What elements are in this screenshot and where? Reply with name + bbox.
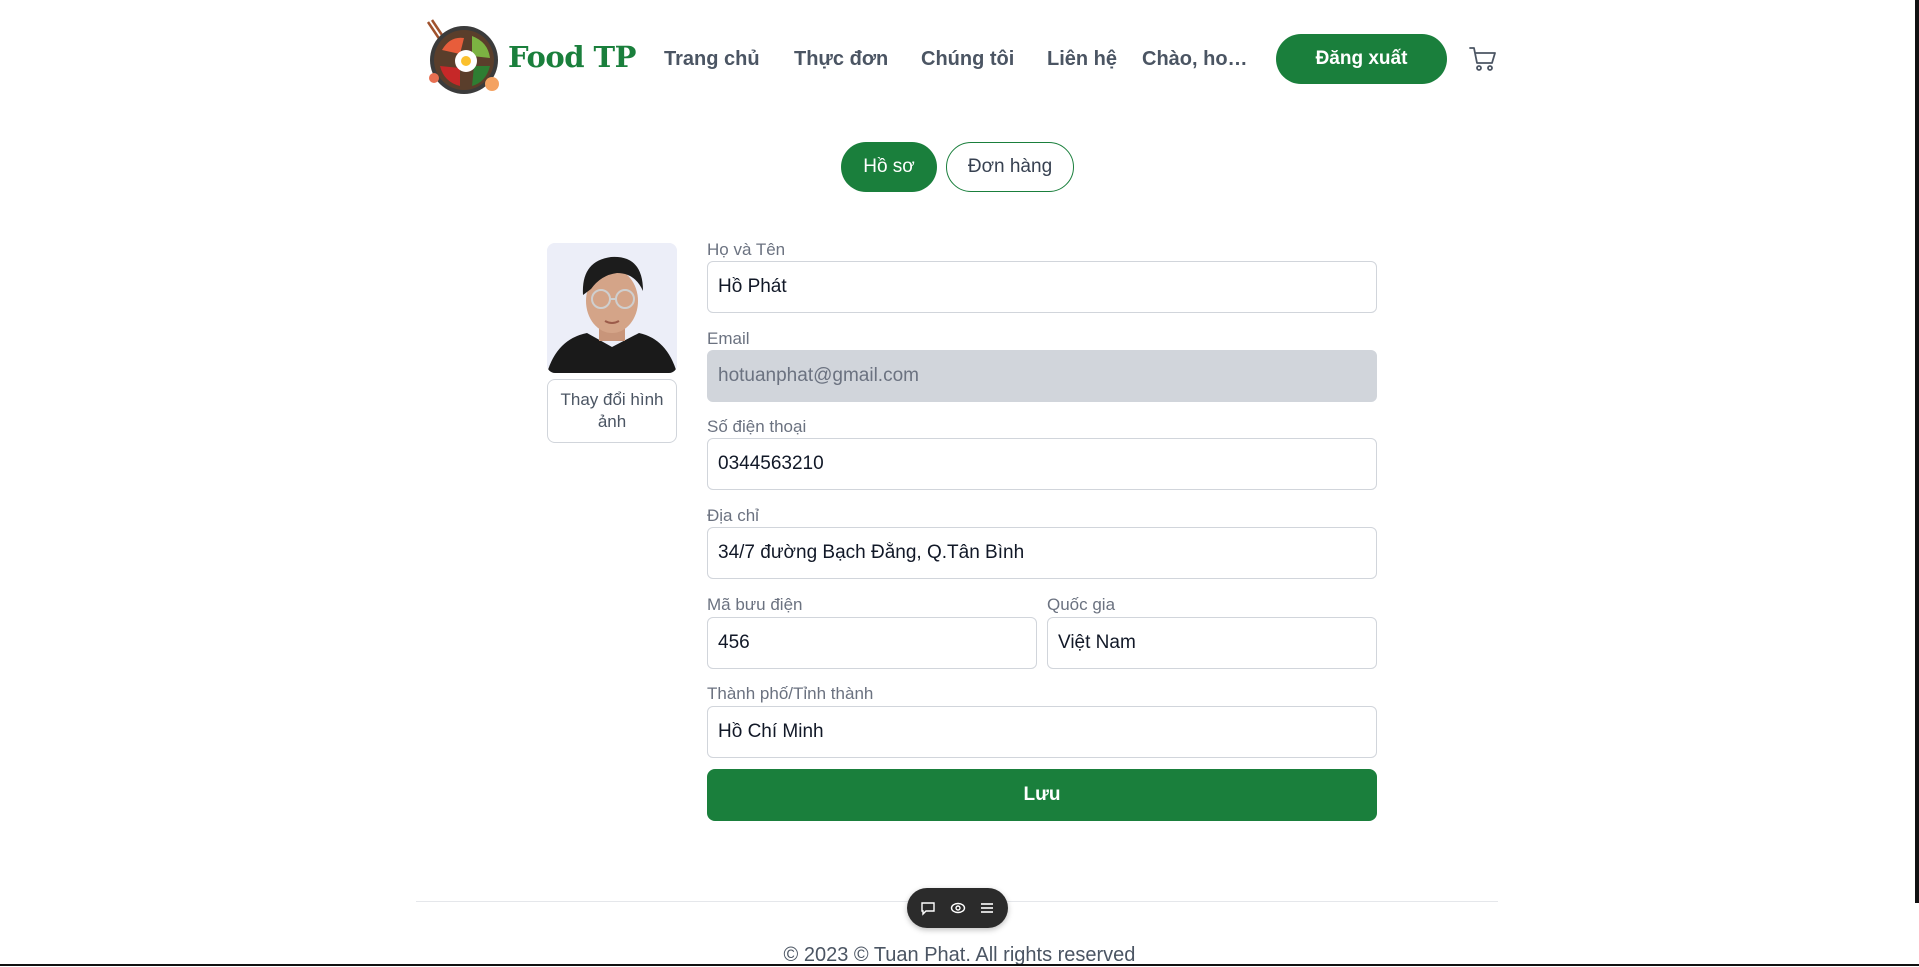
avatar	[547, 243, 677, 373]
floating-toolbar	[907, 888, 1008, 928]
country-input[interactable]	[1047, 617, 1377, 669]
nav-menu[interactable]: Thực đơn	[794, 48, 888, 71]
nav-contact[interactable]: Liên hệ	[1047, 48, 1117, 71]
tab-profile[interactable]: Hồ sơ	[841, 142, 937, 192]
nav-home[interactable]: Trang chủ	[664, 48, 760, 71]
address-label: Địa chỉ	[707, 506, 759, 525]
phone-label: Số điện thoại	[707, 417, 807, 436]
email-label: Email	[707, 329, 750, 348]
list-icon[interactable]	[978, 899, 996, 917]
avatar-photo	[547, 243, 677, 373]
full-name-label: Họ và Tên	[707, 240, 786, 259]
nav-about[interactable]: Chúng tôi	[921, 48, 1014, 71]
email-field	[707, 350, 1377, 402]
address-input[interactable]	[707, 527, 1377, 579]
phone-input[interactable]	[707, 438, 1377, 490]
city-input[interactable]	[707, 706, 1377, 758]
full-name-input[interactable]	[707, 261, 1377, 313]
logout-button[interactable]: Đăng xuất	[1276, 34, 1447, 84]
city-label: Thành phố/Tỉnh thành	[707, 684, 874, 703]
user-greeting[interactable]: Chào, hotuanphat	[1142, 48, 1254, 71]
brand-name[interactable]: Food TP	[508, 40, 636, 74]
chat-bubble-icon[interactable]	[919, 899, 937, 917]
eye-icon[interactable]	[949, 899, 967, 917]
site-header: Food TP Trang chủ Thực đơn Chúng tôi Liê…	[416, 18, 1498, 100]
postal-label: Mã bưu điện	[707, 595, 803, 614]
country-label: Quốc gia	[1047, 595, 1116, 614]
change-avatar-button[interactable]: Thay đổi hình ảnh	[547, 379, 677, 443]
tab-orders[interactable]: Đơn hàng	[946, 142, 1074, 192]
cart-icon[interactable]	[1468, 44, 1498, 74]
food-bowl-logo-icon[interactable]	[422, 18, 502, 96]
save-button[interactable]: Lưu	[707, 769, 1377, 821]
postal-input[interactable]	[707, 617, 1037, 669]
scrollbar[interactable]	[1915, 0, 1919, 903]
